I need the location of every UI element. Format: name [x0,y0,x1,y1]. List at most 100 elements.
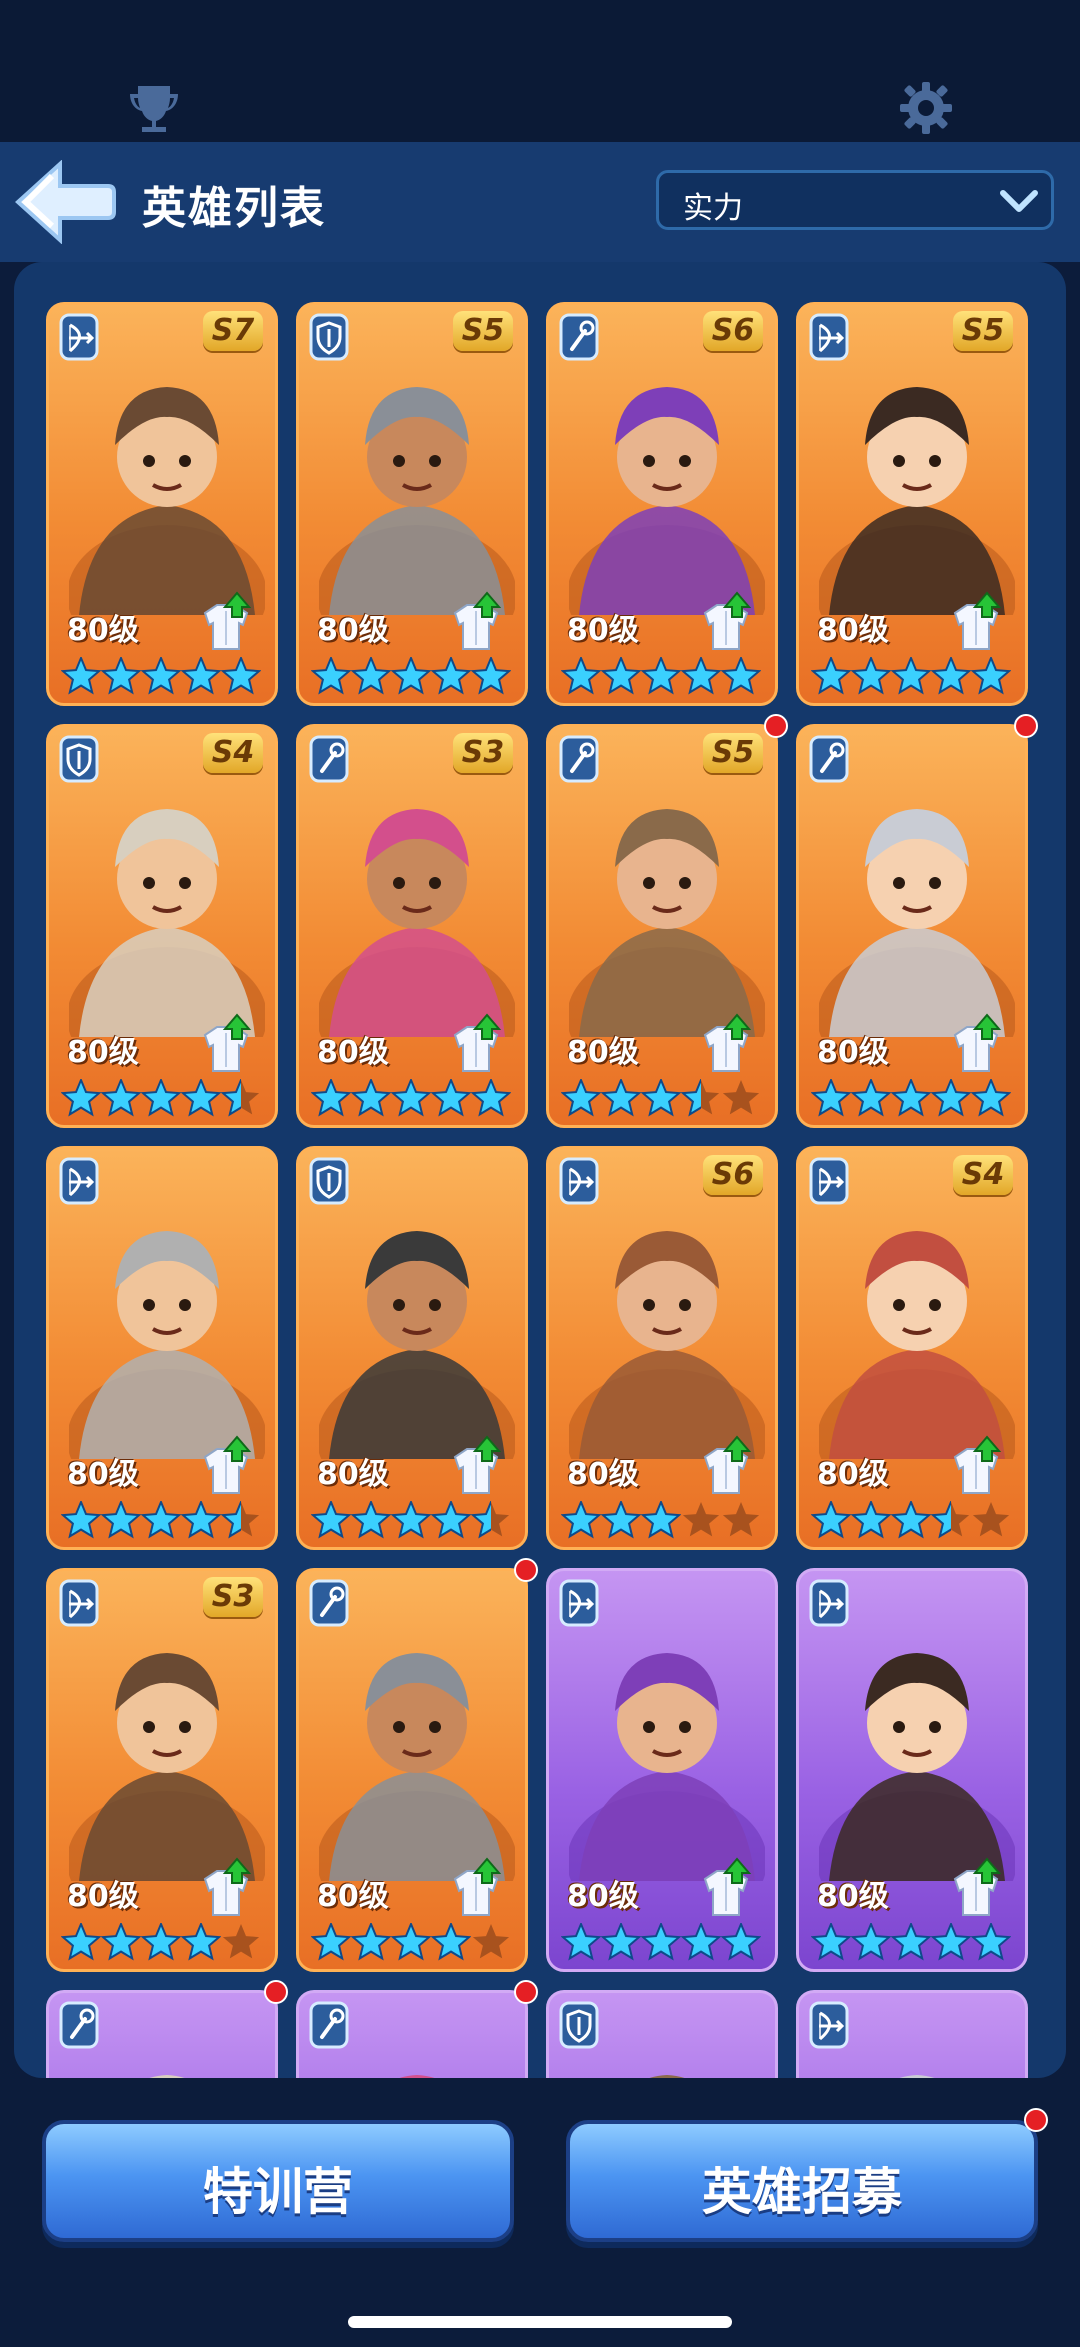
gear-upgrade-icon[interactable] [697,1857,755,1919]
gear-upgrade-icon[interactable] [447,1435,505,1497]
star-filled [851,1923,891,1961]
gear-upgrade-icon[interactable] [197,1013,255,1075]
star-filled [141,1923,181,1961]
gear-upgrade-icon[interactable] [197,1435,255,1497]
star-empty [472,1924,510,1959]
hero-list-panel[interactable]: S7 80级 S5 80级 S6 80级 S5 80级 S4 80级 S3 80级 S5 80级 80级 80… [14,262,1066,2078]
back-arrow-button[interactable] [12,160,116,244]
hero-card[interactable]: S7 80级 [46,302,278,706]
gear-upgrade-icon[interactable] [197,1857,255,1919]
hero-portrait [819,809,1015,1037]
star-empty [722,1080,760,1115]
star-filled [971,1079,1011,1117]
star-filled [351,1079,391,1117]
tier-badge: S6 [703,1155,763,1195]
hero-card[interactable]: S4 80级 [46,724,278,1128]
star-rating [561,1923,761,1961]
notification-dot [764,714,788,738]
gear-upgrade-icon[interactable] [697,1435,755,1497]
hero-card[interactable]: 80级 [546,1568,778,1972]
star-rating [311,657,511,695]
star-rating [561,657,761,695]
hero-level: 80级 [67,1457,139,1492]
star-filled [391,1923,431,1961]
bow-icon [809,1157,849,1205]
star-filled [351,1501,391,1539]
star-filled [181,1923,221,1961]
staff-icon [809,735,849,783]
gear-upgrade-icon[interactable] [947,1013,1005,1075]
hero-card[interactable]: 80级 [296,1146,528,1550]
bow-icon [809,2001,849,2049]
star-filled [141,1501,181,1539]
shield-icon [309,1157,349,1205]
hero-card[interactable]: S4 80级 [796,1146,1028,1550]
hero-card[interactable] [796,1990,1028,2078]
gear-upgrade-icon[interactable] [947,1857,1005,1919]
bow-icon [59,1579,99,1627]
hero-card[interactable]: 80级 [46,1146,278,1550]
star-filled [101,1079,141,1117]
star-empty [972,1502,1010,1537]
hero-card[interactable]: S3 80级 [46,1568,278,1972]
hero-card[interactable]: S3 80级 [296,724,528,1128]
star-rating [811,657,1011,695]
header-bar: 英雄列表 实力 [0,142,1080,262]
training-camp-button[interactable]: 特训营 [42,2120,514,2242]
star-filled [891,1079,931,1117]
hero-card[interactable] [546,1990,778,2078]
gear-upgrade-icon[interactable] [447,1857,505,1919]
star-filled [561,1079,601,1117]
star-filled [141,1079,181,1117]
tier-badge: S3 [453,733,513,773]
sort-dropdown[interactable]: 实力 [656,170,1054,230]
gear-upgrade-icon[interactable] [447,591,505,653]
hero-card[interactable]: 80级 [296,1568,528,1972]
hero-card[interactable] [296,1990,528,2078]
gear-upgrade-icon[interactable] [697,591,755,653]
tier-badge: S4 [953,1155,1013,1195]
notification-dot [264,1980,288,2004]
star-filled [561,657,601,695]
hero-card[interactable]: S6 80级 [546,302,778,706]
star-filled [641,1079,681,1117]
gear-upgrade-icon[interactable] [697,1013,755,1075]
hero-card[interactable] [46,1990,278,2078]
tier-badge: S5 [703,733,763,773]
gear-upgrade-icon[interactable] [197,591,255,653]
hero-card[interactable]: 80级 [796,724,1028,1128]
notification-dot [1014,714,1038,738]
hero-level: 80级 [817,613,889,648]
hero-level: 80级 [567,1457,639,1492]
hero-card[interactable]: S5 80级 [796,302,1028,706]
tier-badge: S5 [453,311,513,351]
hero-portrait [319,1653,515,1881]
hero-card[interactable]: 80级 [796,1568,1028,1972]
gear-upgrade-icon[interactable] [447,1013,505,1075]
star-filled [431,1079,471,1117]
top-bar [0,0,1080,142]
trophy-icon[interactable] [124,78,184,138]
gear-upgrade-icon[interactable] [947,1435,1005,1497]
star-rating [811,1079,1011,1117]
hero-card[interactable]: S5 80级 [296,302,528,706]
gear-upgrade-icon[interactable] [947,591,1005,653]
star-filled [641,1923,681,1961]
star-filled [891,657,931,695]
star-filled [61,1923,101,1961]
settings-gear-icon[interactable] [896,78,956,138]
star-empty [682,1502,720,1537]
home-indicator[interactable] [348,2316,732,2328]
star-filled [311,1923,351,1961]
hero-portrait [819,1231,1015,1459]
hero-level: 80级 [817,1879,889,1914]
hero-card[interactable]: S6 80级 [546,1146,778,1550]
star-filled [181,1501,221,1539]
star-filled [641,657,681,695]
star-filled [971,657,1011,695]
hero-card[interactable]: S5 80级 [546,724,778,1128]
star-filled [811,1923,851,1961]
hero-recruit-button[interactable]: 英雄招募 [566,2120,1038,2242]
star-rating [811,1923,1011,1961]
star-filled [221,657,261,695]
